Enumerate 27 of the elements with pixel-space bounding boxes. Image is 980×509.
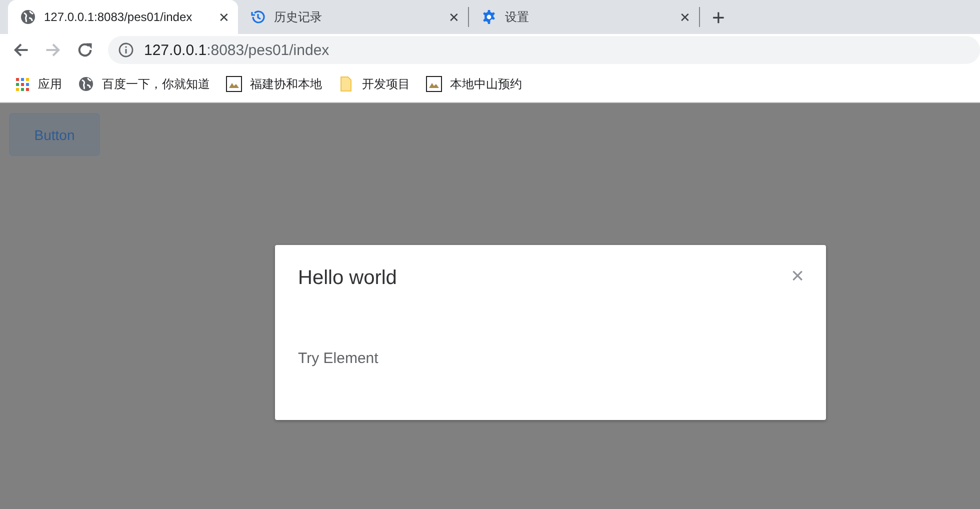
close-icon[interactable]: ✕ (446, 10, 462, 24)
url-text: 127.0.0.1:8083/pes01/index (144, 42, 330, 58)
info-icon (118, 42, 134, 58)
reload-icon[interactable] (76, 41, 94, 59)
bookmark-item[interactable]: 百度一下，你就知道 (78, 76, 210, 92)
gear-icon (481, 9, 497, 25)
clock-icon (250, 9, 266, 25)
apps-grid-icon (14, 76, 30, 92)
bookmark-item[interactable]: 开发项目 (338, 76, 410, 92)
bookmark-item[interactable]: 福建协和本地 (226, 76, 322, 92)
folder-icon (338, 76, 354, 92)
browser-tab[interactable]: 历史记录 ✕ (238, 0, 468, 34)
dialog-title: Hello world (298, 267, 397, 290)
address-bar[interactable]: 127.0.0.1:8083/pes01/index (108, 36, 980, 64)
close-icon[interactable]: ✕ (216, 10, 232, 24)
bookmark-item[interactable]: 应用 (14, 76, 62, 92)
new-tab-button[interactable]: + (712, 6, 725, 30)
dialog-text: Try Element (298, 350, 380, 367)
image-icon (226, 76, 242, 92)
bookmark-item[interactable]: 本地中山预约 (426, 76, 522, 92)
back-arrow-icon[interactable] (12, 41, 30, 59)
globe-icon (20, 9, 36, 25)
globe-icon (78, 76, 94, 92)
close-icon[interactable]: ✕ (677, 10, 693, 24)
browser-tab[interactable]: 127.0.0.1:8083/pes01/index ✕ (8, 0, 238, 34)
browser-tab[interactable]: 设置 ✕ (469, 0, 699, 34)
image-icon (426, 76, 442, 92)
